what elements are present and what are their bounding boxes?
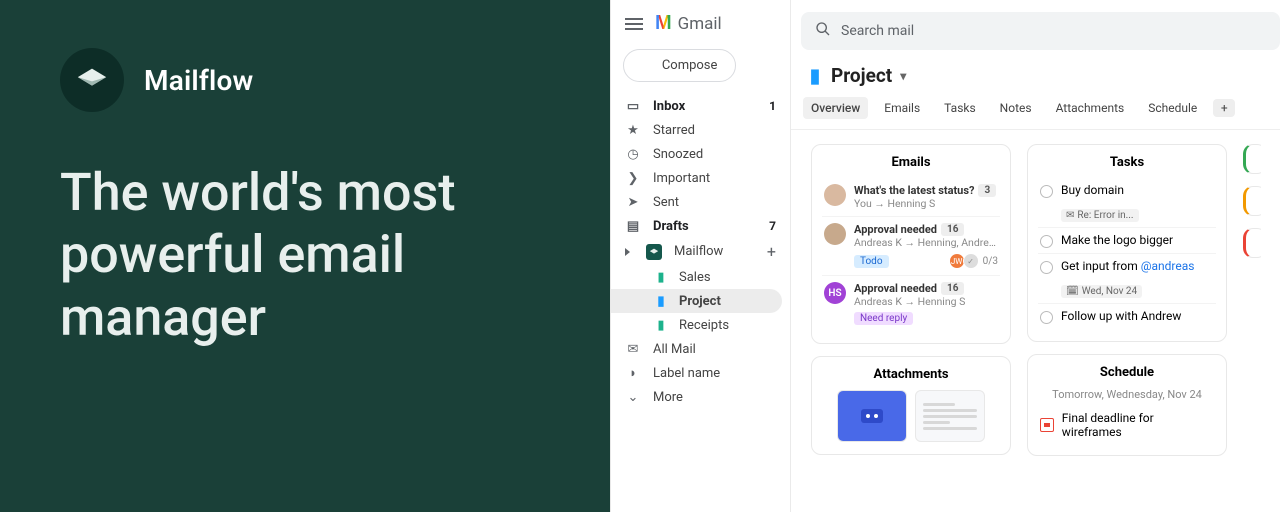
tab-schedule[interactable]: Schedule: [1140, 97, 1205, 119]
folder-icon: ▮: [653, 317, 669, 333]
hero-tagline: The world's most powerful email manager: [60, 162, 550, 349]
compose-label: Compose: [662, 58, 718, 73]
tab-notes[interactable]: Notes: [992, 97, 1040, 119]
sidebar-item-more[interactable]: ⌄ More: [611, 385, 790, 409]
task-item[interactable]: Follow up with Andrew: [1038, 304, 1216, 329]
label-icon: ◗: [625, 365, 641, 381]
sidebar-item-drafts[interactable]: ▤ Drafts 7: [611, 214, 790, 238]
star-icon: ★: [625, 122, 641, 138]
task-item[interactable]: Buy domain ✉ Re: Error in...: [1038, 178, 1216, 228]
search-placeholder: Search mail: [841, 23, 914, 39]
email-item[interactable]: HS Approval needed 16 Andreas K → Hennin…: [822, 276, 1000, 331]
schedule-title: Schedule: [1038, 365, 1216, 380]
hero-product-name: Mailflow: [144, 64, 253, 97]
schedule-subtitle: Tomorrow, Wednesday, Nov 24: [1038, 388, 1216, 401]
search-input[interactable]: Search mail: [801, 12, 1280, 50]
important-icon: ❯: [625, 170, 641, 186]
hamburger-icon[interactable]: [625, 18, 643, 30]
mailflow-icon: [646, 244, 662, 260]
hero-panel: Mailflow The world's most powerful email…: [0, 0, 610, 512]
tasks-title: Tasks: [1038, 155, 1216, 170]
tab-emails[interactable]: Emails: [876, 97, 928, 119]
avatar: HS: [824, 282, 846, 304]
sidebar-folder-receipts[interactable]: ▮ Receipts: [611, 313, 790, 337]
clock-icon: ◷: [625, 146, 641, 162]
search-icon: [815, 21, 831, 41]
sidebar-item-sent[interactable]: ➤ Sent: [611, 190, 790, 214]
caret-right-icon: [625, 248, 630, 256]
mailflow-logo: [60, 48, 124, 112]
status-chip: Need reply: [854, 312, 913, 325]
attachment-thumb[interactable]: [915, 390, 985, 442]
sidebar-folder-sales[interactable]: ▮ Sales: [611, 265, 790, 289]
radio-icon[interactable]: [1040, 261, 1053, 274]
calendar-icon: [1040, 418, 1054, 432]
sidebar-item-inbox[interactable]: ▭ Inbox 1: [611, 94, 790, 118]
task-item[interactable]: Make the logo bigger: [1038, 228, 1216, 254]
gmail-label: Gmail: [678, 14, 722, 34]
partial-column: [1243, 144, 1261, 456]
avatar: [824, 184, 846, 206]
sidebar: MGmail + Compose ▭ Inbox 1 ★ Starred ◷ S…: [611, 0, 791, 512]
radio-icon[interactable]: [1040, 235, 1053, 248]
emails-title: Emails: [822, 155, 1000, 170]
tab-overview[interactable]: Overview: [803, 97, 868, 119]
task-item[interactable]: Get input from @andreas 🗓 Wed, Nov 24: [1038, 254, 1216, 304]
add-folder-icon[interactable]: +: [767, 242, 776, 261]
allmail-icon: ✉: [625, 341, 641, 357]
tab-add[interactable]: +: [1213, 99, 1235, 117]
chevron-down-icon: ⌄: [625, 389, 641, 405]
inbox-icon: ▭: [625, 98, 641, 114]
attachment-thumb[interactable]: [837, 390, 907, 442]
email-item[interactable]: Approval needed 16 Andreas K → Henning, …: [822, 217, 1000, 276]
sidebar-item-starred[interactable]: ★ Starred: [611, 118, 790, 142]
task-chip: 🗓 Wed, Nov 24: [1061, 285, 1142, 298]
schedule-item[interactable]: Final deadline for wireframes: [1038, 407, 1216, 443]
drafts-icon: ▤: [625, 218, 641, 234]
tab-tasks[interactable]: Tasks: [936, 97, 984, 119]
sidebar-folder-project[interactable]: ▮ Project: [611, 289, 782, 313]
email-item[interactable]: What's the latest status? 3 You → Hennin…: [822, 178, 1000, 217]
gmail-app: MGmail + Compose ▭ Inbox 1 ★ Starred ◷ S…: [610, 0, 1280, 512]
sidebar-item-label[interactable]: ◗ Label name: [611, 361, 790, 385]
tab-bar: Overview Emails Tasks Notes Attachments …: [791, 93, 1280, 130]
folder-icon: ▮: [653, 269, 669, 285]
radio-icon[interactable]: [1040, 311, 1053, 324]
main-panel: Search mail ▮ Project ▾ Overview Emails …: [791, 0, 1280, 512]
sidebar-item-snoozed[interactable]: ◷ Snoozed: [611, 142, 790, 166]
folder-icon: ▮: [807, 68, 823, 84]
radio-icon[interactable]: [1040, 185, 1053, 198]
tasks-card: Tasks Buy domain ✉ Re: Error in... Make …: [1027, 144, 1227, 342]
gmail-logo[interactable]: MGmail: [655, 12, 722, 35]
sidebar-item-important[interactable]: ❯ Important: [611, 166, 790, 190]
sidebar-item-allmail[interactable]: ✉ All Mail: [611, 337, 790, 361]
sidebar-item-mailflow[interactable]: Mailflow +: [611, 238, 790, 265]
emails-card: Emails What's the latest status? 3 You →…: [811, 144, 1011, 344]
status-chip: Todo: [854, 255, 889, 268]
attachments-card: Attachments: [811, 356, 1011, 455]
page-title[interactable]: ▮ Project ▾: [791, 50, 1280, 93]
schedule-card: Schedule Tomorrow, Wednesday, Nov 24 Fin…: [1027, 354, 1227, 456]
folder-icon: ▮: [653, 293, 669, 309]
tab-attachments[interactable]: Attachments: [1048, 97, 1133, 119]
chevron-down-icon: ▾: [900, 69, 906, 83]
task-chip: ✉ Re: Error in...: [1061, 209, 1139, 222]
board: Emails What's the latest status? 3 You →…: [791, 130, 1280, 456]
attachments-title: Attachments: [822, 367, 1000, 382]
avatar: [824, 223, 846, 245]
sent-icon: ➤: [625, 194, 641, 210]
compose-button[interactable]: + Compose: [623, 49, 736, 82]
